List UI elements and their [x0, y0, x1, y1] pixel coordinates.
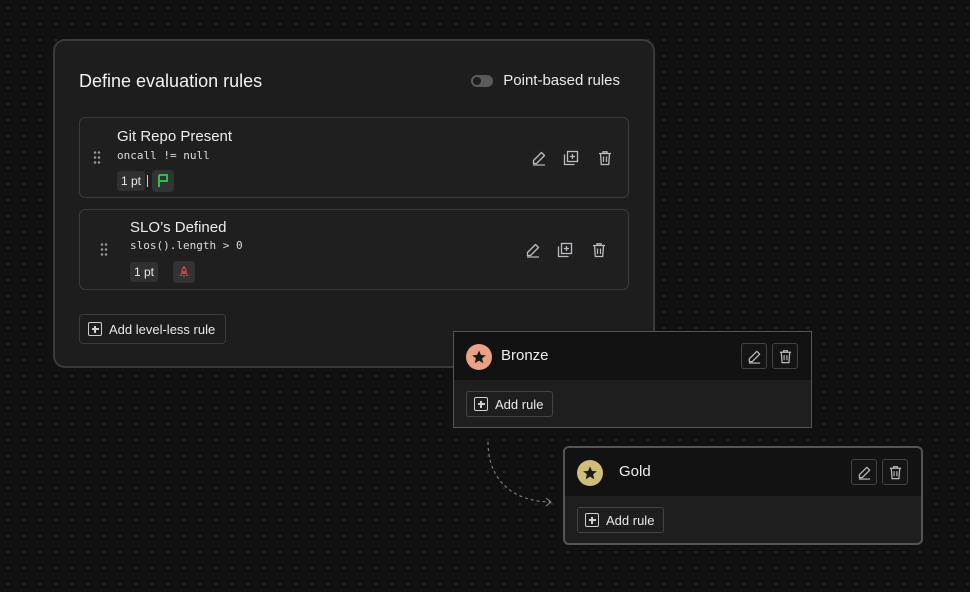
rule-card-slos[interactable]: SLO’s Defined slos().length > 0 1 pt — [79, 209, 629, 290]
level-card-bronze: Bronze Add rule — [453, 331, 812, 428]
level-header: Bronze — [454, 332, 811, 381]
add-rule-button[interactable]: Add rule — [577, 507, 665, 533]
duplicate-icon — [557, 242, 573, 258]
pencil-icon — [858, 466, 870, 480]
delete-level-button[interactable] — [772, 343, 798, 369]
pencil-icon — [532, 151, 546, 166]
trash-icon — [599, 151, 611, 166]
panel-title: Define evaluation rules — [79, 71, 263, 91]
red-rocket-icon — [173, 261, 195, 283]
edit-level-button[interactable] — [851, 459, 877, 485]
trash-icon — [889, 465, 901, 479]
add-levelless-rule-label: Add level-less rule — [109, 321, 216, 337]
points-badge: 1 pt — [130, 262, 159, 282]
trash-icon — [593, 243, 605, 258]
points-badge: 1 pt — [117, 171, 146, 191]
drag-handle-icon[interactable] — [100, 242, 108, 256]
level-name: Gold — [619, 463, 651, 480]
delete-level-button[interactable] — [882, 459, 908, 485]
plus-box-icon — [88, 322, 102, 336]
badge-separator — [147, 175, 148, 187]
edit-rule-button[interactable] — [530, 149, 548, 167]
delete-rule-button[interactable] — [596, 149, 614, 167]
level-connector — [487, 441, 552, 507]
duplicate-rule-button[interactable] — [562, 149, 580, 167]
rule-name: Git Repo Present — [117, 128, 233, 145]
add-rule-button[interactable]: Add rule — [466, 391, 554, 417]
star-icon — [577, 460, 603, 486]
level-name: Bronze — [501, 347, 549, 364]
point-based-toggle-label[interactable]: Point-based rules — [503, 72, 620, 89]
delete-rule-button[interactable] — [590, 241, 608, 259]
point-based-toggle-group[interactable]: Point-based rules — [471, 72, 620, 89]
add-rule-label: Add rule — [606, 512, 655, 528]
point-based-toggle[interactable] — [471, 74, 494, 87]
evaluation-rules-panel: Define evaluation rules Point-based rule… — [53, 39, 655, 368]
edit-rule-button[interactable] — [524, 241, 542, 259]
green-flag-icon — [152, 170, 174, 192]
rule-expression: oncall != null — [117, 149, 210, 162]
pencil-icon — [748, 350, 760, 364]
plus-box-icon — [474, 397, 488, 411]
level-header: Gold — [565, 448, 921, 497]
plus-box-icon — [585, 513, 599, 527]
trash-icon — [779, 349, 791, 363]
rule-expression: slos().length > 0 — [130, 239, 243, 252]
rule-name: SLO’s Defined — [130, 219, 227, 236]
level-card-gold: Gold Add rule — [563, 446, 923, 545]
duplicate-rule-button[interactable] — [556, 241, 574, 259]
pencil-icon — [526, 243, 540, 258]
rule-card-git-repo[interactable]: Git Repo Present oncall != null 1 pt — [79, 117, 629, 198]
add-levelless-rule-button[interactable]: Add level-less rule — [79, 314, 227, 344]
star-icon — [466, 344, 492, 370]
duplicate-icon — [563, 150, 579, 166]
edit-level-button[interactable] — [741, 343, 767, 369]
add-rule-label: Add rule — [495, 396, 544, 412]
drag-handle-icon[interactable] — [93, 150, 101, 164]
